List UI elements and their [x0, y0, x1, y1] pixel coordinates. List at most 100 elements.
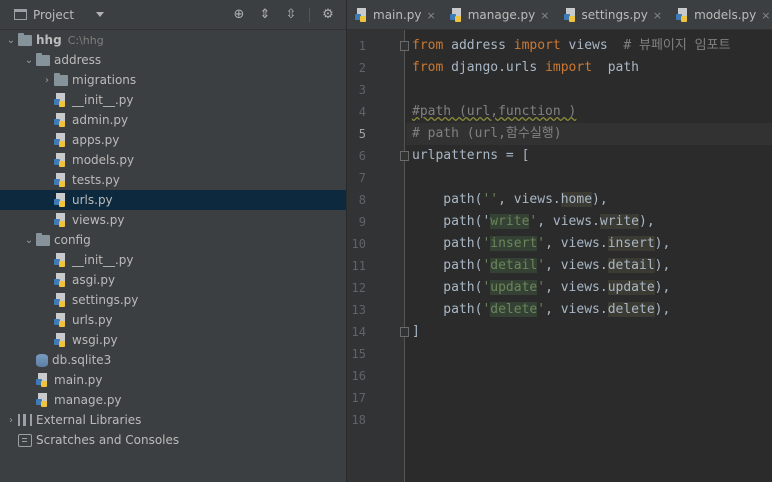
python-logo-yellow	[59, 281, 65, 287]
python-file-icon	[54, 153, 68, 167]
line-number-gutter: 1 2 3 4 5 6 7 8 9 10 11 12 13 14 15 16 17 18	[347, 30, 409, 482]
tree-item[interactable]: db.sqlite3	[0, 350, 346, 370]
code-token: , views.	[545, 302, 608, 317]
tree-item[interactable]: __init__.py	[0, 90, 346, 110]
chevron-right-icon[interactable]: ›	[40, 75, 54, 86]
chevron-down-icon[interactable]: ⌄	[22, 55, 36, 66]
code-token: # 뷰페이지 임포트	[623, 38, 731, 53]
chevron-down-icon[interactable]: ⌄	[22, 235, 36, 246]
code-line: from django.urls import path	[412, 57, 639, 79]
tree-item[interactable]: __init__.py	[0, 250, 346, 270]
tree-item[interactable]: Scratches and Consoles	[0, 430, 346, 450]
close-icon[interactable]: ×	[653, 9, 662, 22]
tree-item-label: apps.py	[72, 133, 120, 147]
database-icon	[36, 353, 48, 367]
folder-icon	[36, 232, 50, 246]
code-token: ),	[654, 236, 671, 251]
code-token: path(	[412, 236, 483, 251]
code-token: from	[412, 60, 444, 75]
tree-item-label: tests.py	[72, 173, 120, 187]
code-token: ]	[412, 324, 420, 339]
chevron-down-icon[interactable]: ⌄	[4, 35, 18, 46]
line-number: 6	[358, 149, 366, 163]
tree-item[interactable]: wsgi.py	[0, 330, 346, 350]
python-file-icon	[54, 333, 68, 347]
python-logo-yellow	[41, 381, 47, 387]
tree-item[interactable]: › External Libraries	[0, 410, 346, 430]
code-token: ),	[592, 192, 608, 207]
python-logo-yellow	[681, 16, 688, 22]
tree-item[interactable]: manage.py	[0, 390, 346, 410]
code-token: '	[537, 302, 546, 317]
tree-item[interactable]: tests.py	[0, 170, 346, 190]
editor-tab[interactable]: models.py ×	[668, 0, 772, 30]
code-token: '	[537, 236, 546, 251]
code-token: insert	[490, 236, 538, 251]
editor-tab[interactable]: settings.py ×	[556, 0, 669, 30]
code-token: path	[607, 60, 639, 75]
line-number: 5	[358, 127, 366, 141]
tree-item[interactable]: urls.py	[0, 310, 346, 330]
tree-item-label: hhg	[36, 33, 62, 47]
tree-item[interactable]: urls.py	[0, 190, 346, 210]
tree-item-label: admin.py	[72, 113, 129, 127]
python-file-icon	[36, 393, 50, 407]
code-line: #path (url,function )	[412, 101, 576, 123]
tree-item[interactable]: ⌄ hhg C:\hhg	[0, 30, 346, 50]
line-number: 14	[351, 325, 366, 339]
tree-item[interactable]: ⌄ config	[0, 230, 346, 250]
chevron-right-icon[interactable]: ›	[4, 415, 18, 426]
collapse-all-icon[interactable]: ⇳	[283, 7, 299, 23]
project-panel: Project ⊕ ⇕ ⇳ ⚙ ⌄ hhg C:\hhg ⌄ address › migra…	[0, 0, 346, 482]
code-token: '	[537, 280, 546, 295]
line-number: 15	[351, 347, 366, 361]
view-mode-dropdown-icon[interactable]	[96, 12, 105, 17]
close-icon[interactable]: ×	[761, 9, 770, 22]
tree-item[interactable]: admin.py	[0, 110, 346, 130]
python-logo-yellow	[59, 201, 65, 207]
code-token: , views.	[545, 236, 608, 251]
code-token: detail	[607, 258, 655, 273]
locate-icon[interactable]: ⊕	[231, 7, 247, 23]
editor-tab[interactable]: main.py ×	[347, 0, 442, 30]
expand-all-icon[interactable]: ⇕	[257, 7, 273, 23]
code-token: path(	[412, 280, 483, 295]
python-logo-yellow	[59, 101, 65, 107]
code-line: path('', views.home),	[412, 189, 608, 211]
tree-item[interactable]: apps.py	[0, 130, 346, 150]
code-token: # path (url,함수실행)	[412, 126, 562, 141]
code-line: path('update', views.update),	[412, 277, 670, 299]
code-token: , views.	[537, 214, 600, 229]
python-logo-yellow	[59, 221, 65, 227]
close-icon[interactable]: ×	[427, 9, 436, 22]
tree-item[interactable]: ⌄ address	[0, 50, 346, 70]
scratch-icon	[18, 433, 32, 447]
tree-item[interactable]: main.py	[0, 370, 346, 390]
code-token: '	[537, 258, 546, 273]
line-number: 2	[358, 61, 366, 75]
tree-item-label: __init__.py	[72, 253, 134, 267]
project-panel-title[interactable]: Project	[33, 8, 74, 22]
close-icon[interactable]: ×	[540, 9, 549, 22]
tree-item[interactable]: asgi.py	[0, 270, 346, 290]
editor-tab-bar: main.py × manage.py × settings.py × models.py ×	[347, 0, 772, 30]
folder-icon	[54, 72, 68, 86]
code-token: path(	[412, 258, 483, 273]
code-token: write	[599, 214, 640, 229]
python-file-icon	[449, 8, 464, 22]
code-token: path(	[412, 214, 483, 229]
tree-item-label: address	[54, 53, 102, 67]
tree-item-label: migrations	[72, 73, 137, 87]
gear-icon[interactable]: ⚙	[320, 7, 336, 23]
line-number: 17	[351, 391, 366, 405]
code-line: path('delete', views.delete),	[412, 299, 670, 321]
tree-item-label: External Libraries	[36, 413, 142, 427]
code-editor[interactable]: from address import views # 뷰페이지 임포트 from…	[406, 30, 772, 482]
editor-tab[interactable]: manage.py ×	[442, 0, 556, 30]
tree-item[interactable]: settings.py	[0, 290, 346, 310]
editor-tab-label: manage.py	[467, 8, 536, 22]
tree-item[interactable]: models.py	[0, 150, 346, 170]
tree-item[interactable]: › migrations	[0, 70, 346, 90]
tree-item[interactable]: views.py	[0, 210, 346, 230]
line-number: 3	[358, 83, 366, 97]
